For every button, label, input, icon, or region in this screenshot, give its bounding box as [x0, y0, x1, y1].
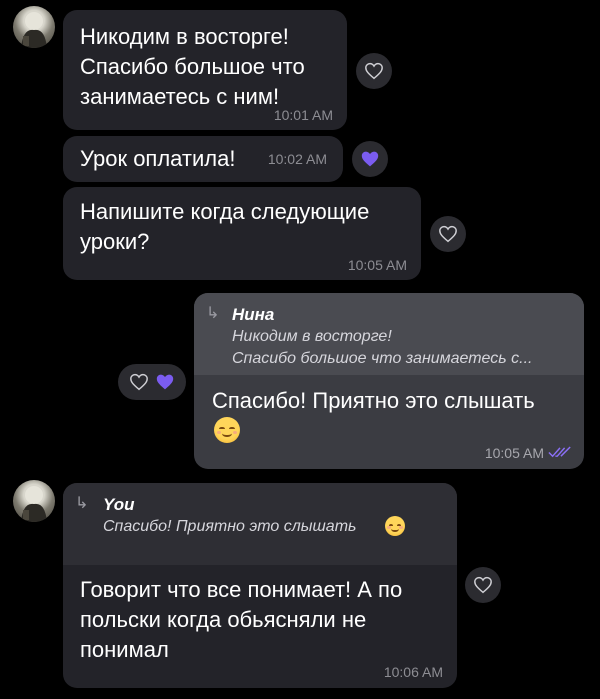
- message-text: Урок оплатила!: [80, 146, 236, 171]
- quote-text: Спасибо! Приятно это слышать: [103, 518, 357, 535]
- smiling-face-icon: [214, 417, 240, 443]
- heart-outline-icon: [439, 225, 457, 243]
- message-timestamp: 10:06 AM: [383, 664, 443, 680]
- react-button[interactable]: [430, 216, 466, 252]
- message-text: Никодим в восторге! Спасибо большое что …: [80, 24, 305, 109]
- message-timestamp: 10:05 AM: [347, 257, 407, 273]
- message-text: Говорит что все понимает! А по польски к…: [80, 577, 403, 662]
- reply-arrow-icon: ↳: [75, 495, 89, 512]
- contact-avatar[interactable]: [13, 480, 55, 522]
- message-text: Напишите когда следующие уроки?: [80, 199, 370, 254]
- contact-avatar[interactable]: [13, 6, 55, 48]
- quote-author: Нина: [232, 305, 275, 324]
- quote-text: Спасибо большое что занимаетесь с...: [232, 350, 533, 367]
- heart-outline-icon: [474, 576, 492, 594]
- heart-outline-icon: [130, 373, 148, 391]
- incoming-message[interactable]: Напишите когда следующие уроки? 10:05 AM: [63, 187, 421, 280]
- read-checkmarks-icon: [548, 446, 571, 458]
- heart-filled-icon: [156, 374, 174, 390]
- incoming-message[interactable]: Никодим в восторге! Спасибо большое что …: [63, 10, 347, 130]
- incoming-message[interactable]: Урок оплатила! 10:02 AM: [63, 136, 343, 182]
- outgoing-message[interactable]: ↳ Нина Никодим в восторге! Спасибо больш…: [194, 293, 584, 469]
- message-timestamp: 10:05 AM: [484, 445, 544, 461]
- heart-outline-icon: [365, 62, 383, 80]
- quote-author: You: [103, 495, 135, 514]
- heart-filled-icon: [361, 151, 379, 167]
- message-timestamp: 10:02 AM: [267, 151, 327, 167]
- reaction-group[interactable]: [118, 364, 186, 400]
- react-button[interactable]: [465, 567, 501, 603]
- reply-arrow-icon: ↳: [206, 305, 220, 322]
- smiling-face-icon: [385, 516, 405, 536]
- message-timestamp: 10:01 AM: [273, 107, 333, 123]
- incoming-message[interactable]: ↳ You Спасибо! Приятно это слышать Говор…: [63, 483, 457, 688]
- message-text: Спасибо! Приятно это слышать: [212, 388, 535, 413]
- quote-text: Никодим в восторге!: [232, 328, 392, 345]
- reaction-badge[interactable]: [352, 141, 388, 177]
- react-button[interactable]: [356, 53, 392, 89]
